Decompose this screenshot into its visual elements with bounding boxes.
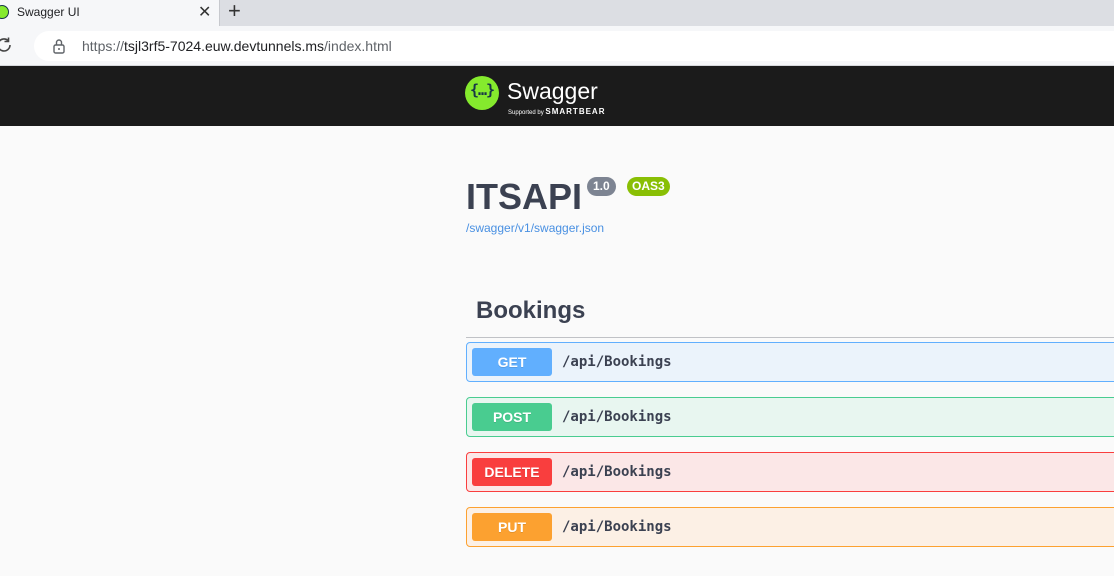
operation-delete-bookings[interactable]: DELETE /api/Bookings: [466, 452, 1114, 492]
logo-subtitle: Supported by SMARTBEAR: [508, 107, 605, 116]
browser-tab[interactable]: Swagger UI ✕: [0, 0, 220, 26]
tag-title: Bookings: [476, 297, 586, 324]
method-badge-get: GET: [472, 348, 552, 376]
url-text[interactable]: https://tsjl3rf5-7024.euw.devtunnels.ms/…: [82, 38, 392, 54]
tag-bookings-header[interactable]: Bookings: [466, 292, 1114, 338]
operation-put-bookings[interactable]: PUT /api/Bookings: [466, 507, 1114, 547]
method-badge-put: PUT: [472, 513, 552, 541]
version-badge: 1.0: [587, 177, 616, 196]
logo-brace-glyph: {…}: [469, 81, 495, 99]
method-badge-post: POST: [472, 403, 552, 431]
smartbear-text: SMARTBEAR: [545, 107, 606, 116]
operation-path: /api/Bookings: [562, 354, 672, 370]
url-prefix: https://: [82, 38, 125, 54]
url-field[interactable]: https://tsjl3rf5-7024.euw.devtunnels.ms/…: [34, 31, 1114, 61]
swagger-topbar: {…} Swagger Supported by SMARTBEAR: [0, 66, 1114, 126]
operation-path: /api/Bookings: [562, 464, 672, 480]
oas-badge: OAS3: [627, 177, 670, 196]
url-path: /index.html: [324, 38, 392, 54]
url-host: tsjl3rf5-7024.euw.devtunnels.ms: [124, 38, 325, 54]
tab-title: Swagger UI: [17, 5, 80, 19]
reload-icon[interactable]: [0, 35, 14, 55]
tab-strip: Swagger UI ✕ +: [0, 0, 1114, 26]
operation-post-bookings[interactable]: POST /api/Bookings: [466, 397, 1114, 437]
operation-path: /api/Bookings: [562, 519, 672, 535]
swagger-logo[interactable]: {…} Swagger Supported by SMARTBEAR: [465, 75, 615, 117]
lock-icon[interactable]: [52, 38, 66, 54]
new-tab-icon[interactable]: +: [228, 0, 241, 22]
address-bar: https://tsjl3rf5-7024.euw.devtunnels.ms/…: [0, 26, 1114, 66]
supported-by-text: Supported by: [508, 110, 544, 116]
method-badge-delete: DELETE: [472, 458, 552, 486]
swagger-favicon-icon: [0, 5, 9, 19]
logo-wordmark: Swagger: [507, 78, 598, 104]
close-tab-icon[interactable]: ✕: [198, 2, 211, 22]
spec-link[interactable]: /swagger/v1/swagger.json: [466, 221, 604, 235]
operation-get-bookings[interactable]: GET /api/Bookings: [466, 342, 1114, 382]
api-title: ITSAPI: [466, 176, 583, 217]
operation-path: /api/Bookings: [562, 409, 672, 425]
